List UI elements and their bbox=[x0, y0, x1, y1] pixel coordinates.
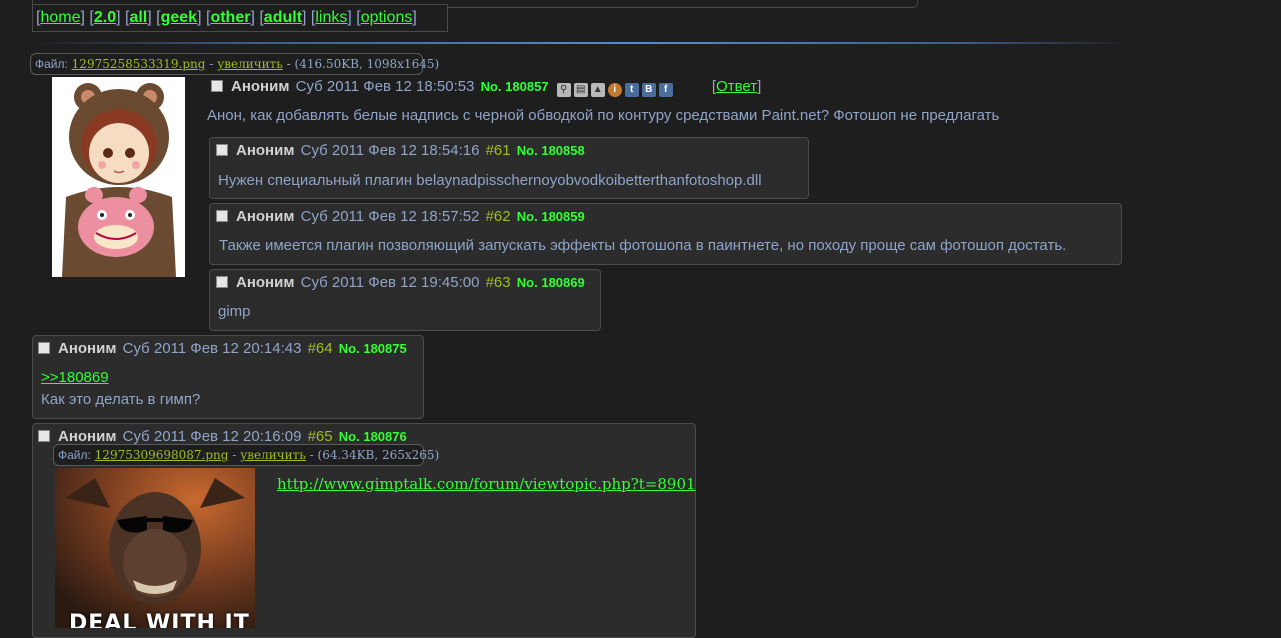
op-post-text: Анон, как добавлять белые надпись с черн… bbox=[207, 107, 1000, 124]
reply-url-wrapper: http://www.gimptalk.com/forum/viewtopic.… bbox=[277, 473, 696, 496]
poster-name: Аноним bbox=[236, 274, 295, 291]
op-file-info: Файл: 12975258533319.png - увеличить - (… bbox=[30, 53, 439, 75]
reply-post: Аноним Суб 2011 Фев 12 18:54:16 #61 No. … bbox=[209, 137, 809, 199]
board-navigation: [home] [2.0] [all] [geek] [other] [adult… bbox=[32, 4, 448, 32]
nav-link-options[interactable]: options bbox=[361, 9, 413, 26]
poster-name: Аноним bbox=[58, 428, 117, 445]
post-index: #64 bbox=[307, 340, 333, 357]
search-image-icon[interactable]: ⚲ bbox=[556, 83, 571, 98]
post-number-link[interactable]: No. 180857 bbox=[481, 79, 549, 94]
reply-enlarge-link[interactable]: увеличить bbox=[240, 448, 306, 462]
reply-link-wrapper: [Ответ] bbox=[711, 78, 762, 95]
reply-post: Аноним Суб 2011 Фев 12 19:45:00 #63 No. … bbox=[209, 269, 601, 331]
post-index: #61 bbox=[485, 142, 511, 159]
nav-link-2-0[interactable]: 2.0 bbox=[94, 9, 116, 26]
nav-link-geek[interactable]: geek bbox=[161, 9, 197, 26]
op-image-thumbnail[interactable] bbox=[52, 77, 185, 277]
op-file-link[interactable]: 12975258533319.png bbox=[72, 57, 206, 71]
image-caption: DEAL WITH IT bbox=[69, 611, 250, 628]
op-enlarge-link[interactable]: увеличить bbox=[217, 57, 283, 71]
select-checkbox[interactable] bbox=[216, 276, 228, 288]
reply-file-info: Файл: 12975309698087.png - увеличить - (… bbox=[53, 444, 439, 466]
poster-name: Аноним bbox=[231, 78, 290, 95]
post-number-link[interactable]: No. 180876 bbox=[339, 429, 407, 444]
reply-post: Аноним Суб 2011 Фев 12 20:14:43 #64 No. … bbox=[32, 335, 424, 419]
nav-link-other[interactable]: other bbox=[210, 9, 250, 26]
post-index: #62 bbox=[485, 208, 511, 225]
select-checkbox[interactable] bbox=[216, 144, 228, 156]
reply-text: Как это делать в гимп? bbox=[41, 391, 201, 408]
reply-quote-link[interactable]: >>180869 bbox=[41, 369, 109, 386]
external-url-link[interactable]: http://www.gimptalk.com/forum/viewtopic.… bbox=[277, 475, 696, 493]
save-icon[interactable]: ▤ bbox=[573, 83, 588, 98]
post-number-link[interactable]: No. 180858 bbox=[517, 143, 585, 158]
post-index: #65 bbox=[307, 428, 333, 445]
thread-divider bbox=[30, 42, 1130, 44]
reply-link[interactable]: Ответ bbox=[716, 78, 757, 95]
post-date: Суб 2011 Фев 12 19:45:00 bbox=[300, 274, 480, 291]
reply-header: Аноним Суб 2011 Фев 12 18:54:16 #61 No. … bbox=[216, 142, 585, 160]
op-image-art bbox=[52, 77, 185, 277]
post-date: Суб 2011 Фев 12 18:57:52 bbox=[300, 208, 480, 225]
reply-quote-link-wrapper: >>180869 bbox=[41, 367, 109, 389]
post-date: Суб 2011 Фев 12 18:50:53 bbox=[295, 78, 475, 95]
select-checkbox[interactable] bbox=[38, 430, 50, 442]
reply-image-thumbnail[interactable]: DEAL WITH IT bbox=[55, 468, 255, 628]
twitter-icon[interactable]: t bbox=[624, 83, 639, 98]
nav-link-adult[interactable]: adult bbox=[264, 9, 302, 26]
hide-icon[interactable]: ▲ bbox=[590, 83, 605, 98]
nav-link-links[interactable]: links bbox=[315, 9, 347, 26]
nav-link-all[interactable]: all bbox=[129, 9, 147, 26]
reply-text: Также имеется плагин позволяющий запуска… bbox=[219, 237, 1067, 254]
reply-post: Аноним Суб 2011 Фев 12 18:57:52 #62 No. … bbox=[209, 203, 1122, 265]
poster-name: Аноним bbox=[58, 340, 117, 357]
op-post-header: Аноним Суб 2011 Фев 12 18:50:53 No. 1808… bbox=[211, 78, 761, 99]
select-checkbox[interactable] bbox=[216, 210, 228, 222]
post-date: Суб 2011 Фев 12 18:54:16 bbox=[300, 142, 480, 159]
post-number-link[interactable]: No. 180875 bbox=[339, 341, 407, 356]
post-date: Суб 2011 Фев 12 20:16:09 bbox=[122, 428, 302, 445]
post-number-link[interactable]: No. 180859 bbox=[517, 209, 585, 224]
reply-header: Аноним Суб 2011 Фев 12 19:45:00 #63 No. … bbox=[216, 274, 585, 292]
reply-header: Аноним Суб 2011 Фев 12 18:57:52 #62 No. … bbox=[216, 208, 585, 226]
post-index: #63 bbox=[485, 274, 511, 291]
reply-text: Нужен специальный плагин belaynadpissche… bbox=[218, 172, 762, 189]
facebook-icon[interactable]: f bbox=[658, 83, 673, 98]
vkontakte-icon[interactable]: B bbox=[641, 83, 656, 98]
nav-link-home[interactable]: home bbox=[40, 9, 80, 26]
info-icon[interactable]: i bbox=[607, 83, 622, 98]
op-action-icons: ⚲ ▤ ▲ i t Bf bbox=[556, 81, 676, 99]
select-checkbox[interactable] bbox=[38, 342, 50, 354]
op-select-checkbox[interactable] bbox=[211, 80, 223, 92]
reply-header: Аноним Суб 2011 Фев 12 20:14:43 #64 No. … bbox=[38, 340, 407, 358]
post-number-link[interactable]: No. 180869 bbox=[517, 275, 585, 290]
post-date: Суб 2011 Фев 12 20:14:43 bbox=[122, 340, 302, 357]
reply-text: gimp bbox=[218, 303, 251, 320]
reply-file-link[interactable]: 12975309698087.png bbox=[95, 448, 229, 462]
poster-name: Аноним bbox=[236, 142, 295, 159]
poster-name: Аноним bbox=[236, 208, 295, 225]
reply-image-art bbox=[55, 468, 255, 628]
